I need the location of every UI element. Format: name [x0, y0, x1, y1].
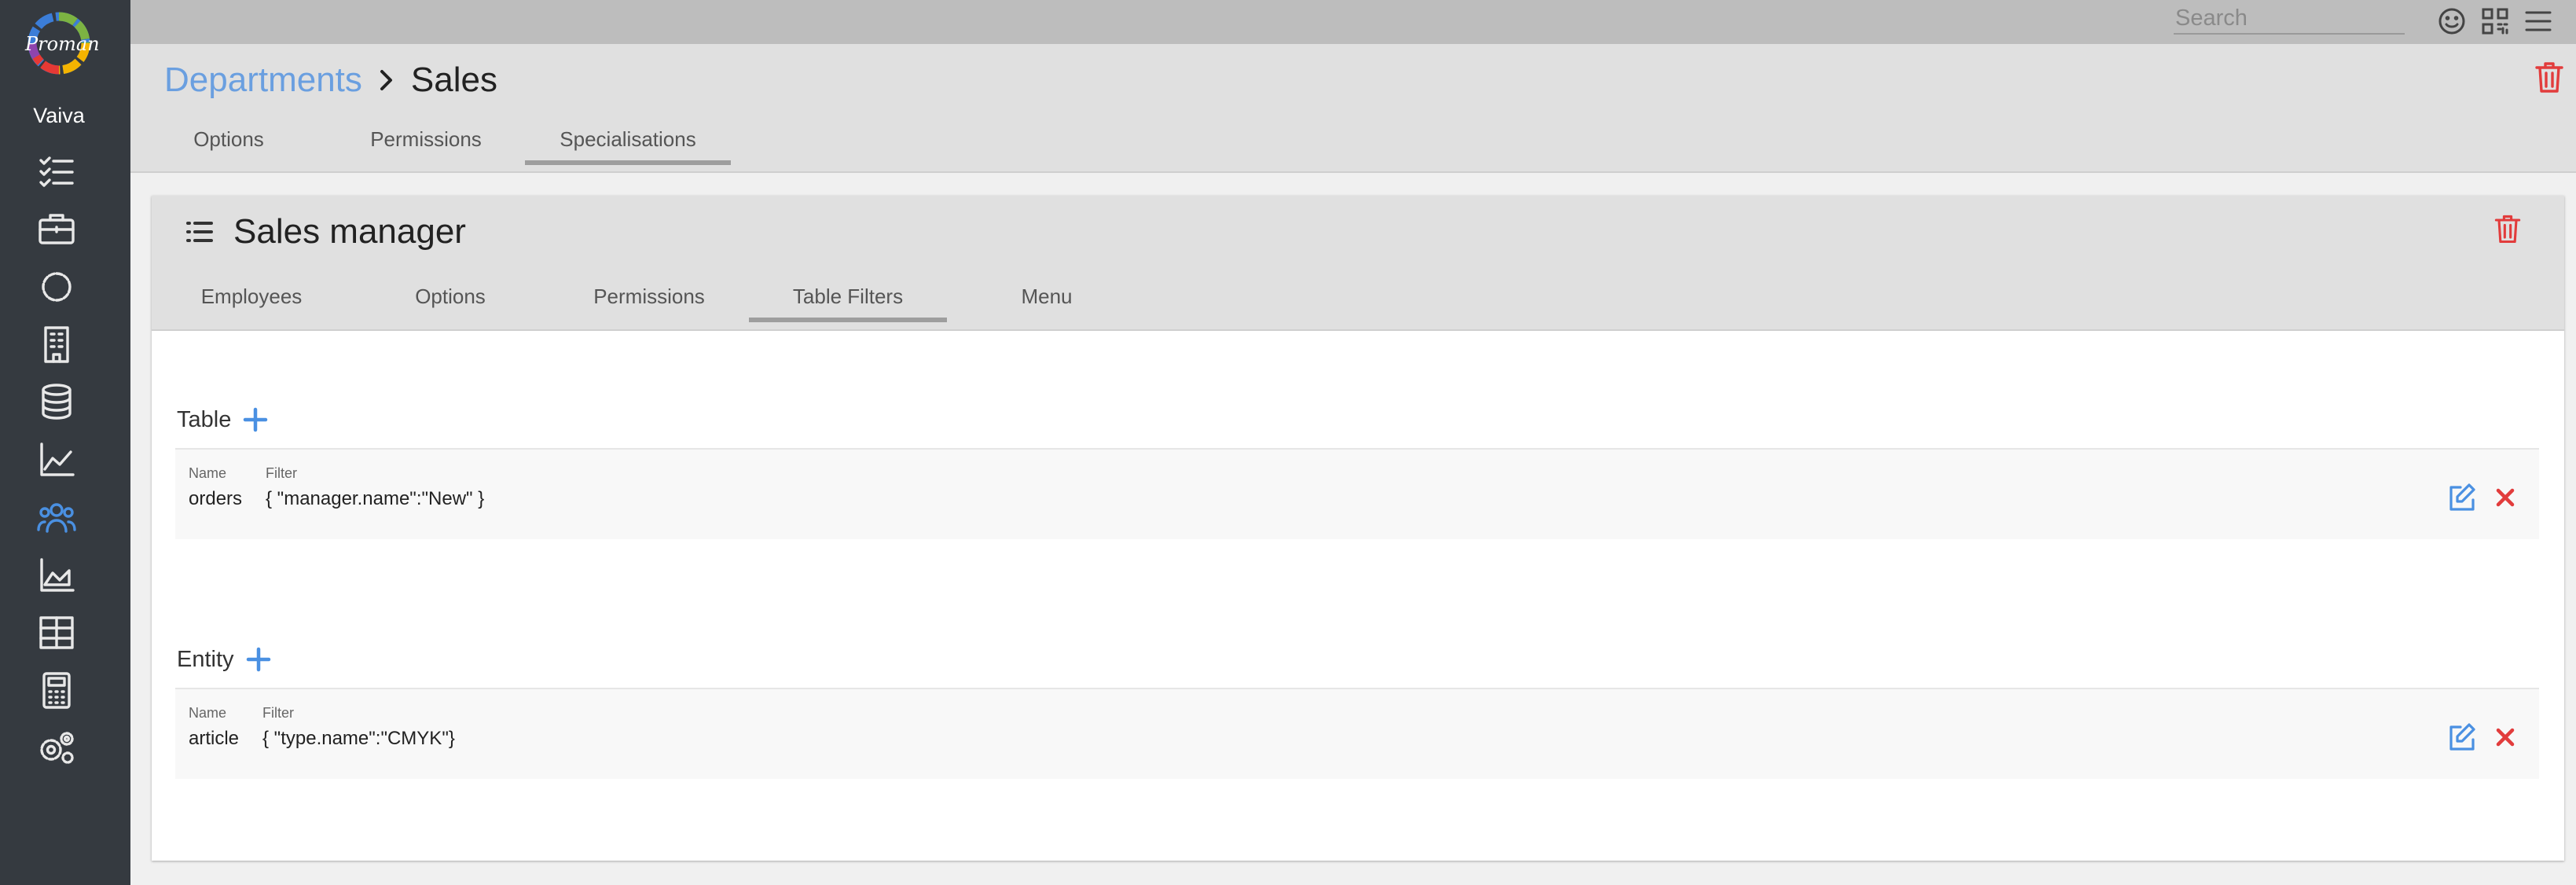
filter-column: Filter { "type.name":"CMYK"} — [262, 705, 455, 750]
section-header-table: Table — [177, 402, 269, 437]
qr-code-icon[interactable] — [2479, 5, 2512, 38]
chevron-right-icon — [370, 64, 402, 96]
name-column: Name article — [189, 705, 239, 750]
name-column: Name orders — [189, 465, 242, 510]
section-title: Entity — [177, 646, 234, 672]
delete-specialisation-button[interactable] — [2490, 211, 2525, 246]
nav-statistics[interactable] — [31, 435, 82, 485]
nav-tables[interactable] — [31, 608, 82, 658]
delete-department-button[interactable] — [2530, 58, 2568, 96]
tab-table-filters[interactable]: Table Filters — [749, 275, 947, 322]
table-row: Name orders Filter { "manager.name":"New… — [175, 448, 2539, 539]
filter-label: Filter — [266, 465, 297, 481]
breadcrumb: Departments Sales — [164, 55, 497, 105]
list-icon — [186, 222, 213, 242]
gear-outline-icon — [42, 272, 72, 302]
delete-button[interactable] — [2489, 721, 2522, 754]
user-name[interactable]: Vaiva — [0, 104, 118, 128]
filter-name: article — [189, 728, 240, 749]
card-title-wrap: Sales manager — [183, 210, 466, 254]
nav-calculator[interactable] — [31, 665, 82, 715]
nav-tasks[interactable] — [31, 146, 82, 196]
edit-icon — [2449, 483, 2475, 511]
menu-icon[interactable] — [2522, 5, 2555, 38]
plus-icon — [246, 647, 270, 672]
close-icon — [2496, 728, 2515, 747]
logo-text: Proman — [25, 33, 100, 55]
add-entity-filter-button[interactable] — [245, 646, 272, 673]
task-list-icon — [39, 156, 74, 187]
calculator-icon — [42, 672, 71, 709]
card-header: Sales manager Employees Options Permissi… — [152, 196, 2564, 331]
add-table-filter-button[interactable] — [242, 406, 269, 433]
sidebar: Proman Vaiva — [0, 0, 130, 885]
area-chart-icon — [40, 558, 75, 592]
nav-reports[interactable] — [31, 550, 82, 600]
building-icon — [44, 326, 69, 363]
specialisation-card: Sales manager Employees Options Permissi… — [152, 196, 2564, 861]
trash-icon — [2494, 215, 2521, 244]
edit-button[interactable] — [2445, 481, 2478, 514]
nav-production[interactable] — [31, 262, 82, 312]
edit-icon — [2449, 723, 2475, 751]
page-header: Departments Sales Options Permissions Sp… — [130, 44, 2576, 173]
name-label: Name — [189, 465, 227, 481]
plus-icon — [244, 407, 268, 432]
department-tabs: Options Permissions Specialisations — [130, 118, 731, 165]
tab-options[interactable]: Options — [351, 275, 549, 318]
name-label: Name — [189, 705, 227, 721]
tab-employees[interactable]: Employees — [152, 275, 351, 318]
tab-options[interactable]: Options — [130, 118, 327, 160]
section-title: Table — [177, 406, 232, 432]
close-icon — [2496, 488, 2515, 507]
users-icon — [37, 503, 76, 533]
specialisation-tabs: Employees Options Permissions Table Filt… — [152, 275, 1147, 322]
nav-settings[interactable] — [31, 723, 82, 773]
briefcase-icon — [39, 214, 75, 244]
page-title: Sales — [410, 61, 497, 99]
nav-orders[interactable] — [31, 204, 82, 254]
breadcrumb-departments-link[interactable]: Departments — [164, 61, 362, 100]
table-icon — [39, 616, 74, 649]
filter-name: orders — [189, 488, 243, 509]
edit-button[interactable] — [2445, 721, 2478, 754]
filter-value: { "manager.name":"New" } — [266, 488, 485, 509]
database-icon — [42, 384, 72, 420]
tab-permissions[interactable]: Permissions — [327, 118, 525, 160]
tab-menu[interactable]: Menu — [947, 275, 1147, 318]
tab-permissions[interactable]: Permissions — [549, 275, 749, 318]
nav-company[interactable] — [31, 319, 82, 369]
section-header-entity: Entity — [177, 642, 272, 677]
filter-value: { "type.name":"CMYK"} — [262, 728, 455, 749]
tab-specialisations[interactable]: Specialisations — [525, 118, 731, 165]
smiley-icon[interactable] — [2435, 5, 2468, 38]
card-title: Sales manager — [233, 212, 466, 251]
trash-icon — [2535, 62, 2563, 93]
nav-database[interactable] — [31, 376, 82, 427]
nav-employees[interactable] — [31, 492, 82, 542]
table-row: Name article Filter { "type.name":"CMYK"… — [175, 688, 2539, 779]
settings-icon — [40, 732, 74, 764]
delete-button[interactable] — [2489, 481, 2522, 514]
top-bar — [130, 0, 2576, 44]
filter-column: Filter { "manager.name":"New" } — [266, 465, 484, 510]
filter-label: Filter — [262, 705, 294, 721]
line-chart-icon — [40, 442, 75, 476]
search-input[interactable] — [2174, 3, 2405, 35]
app-logo[interactable]: Proman — [25, 9, 100, 77]
